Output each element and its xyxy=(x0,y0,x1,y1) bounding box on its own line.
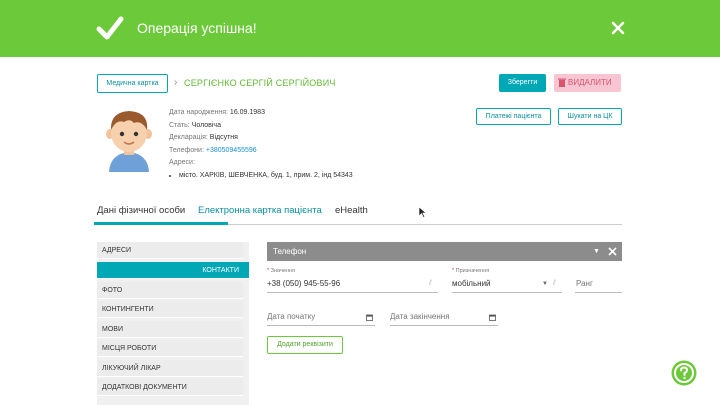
banner-message: Операція успішна! xyxy=(137,20,257,36)
phone-link[interactable]: +380509455596 xyxy=(206,147,257,154)
mouse-cursor-icon xyxy=(419,207,427,218)
sidebar-item-contingents[interactable]: КОНТИНГЕНТИ xyxy=(97,301,243,318)
value-label-text: Значення xyxy=(270,268,295,274)
phone-value-input[interactable]: +38 (050) 945-55-96 xyxy=(267,279,340,288)
chevron-right-icon: › xyxy=(174,77,178,88)
start-date-underline xyxy=(267,325,375,326)
tab-personal-data[interactable]: Дані фізичної особи xyxy=(97,205,185,216)
address-label: Адреси: xyxy=(169,159,195,166)
trash-icon xyxy=(558,78,566,87)
end-date-input[interactable]: Дата закінчення xyxy=(390,312,450,321)
phone-label: Телефони: xyxy=(169,146,204,154)
tab-electronic-card[interactable]: Електронна картка пацієнта xyxy=(198,205,322,216)
calendar-icon[interactable] xyxy=(366,314,373,321)
declaration-value: Відсутня xyxy=(209,134,238,141)
save-button[interactable]: Зберегти xyxy=(499,74,546,92)
search-cz-button[interactable]: Шукати на ЦК xyxy=(558,108,622,125)
active-tab-indicator xyxy=(94,222,228,225)
sidebar-item-doctor[interactable]: ЛІКУЮЧИЙ ЛІКАР xyxy=(97,360,243,377)
sidebar-item-workplaces[interactable]: МІСЦЯ РОБОТИ xyxy=(97,340,243,357)
caret-down-icon[interactable]: ▼ xyxy=(542,281,548,287)
purpose-select[interactable]: мобільний xyxy=(452,279,491,288)
edit-icon[interactable]: ℓ xyxy=(553,278,556,287)
value-field-label: * Значення xyxy=(267,268,295,274)
check-icon xyxy=(96,16,124,40)
sidebar-item-documents[interactable]: ДОДАТКОВІ ДОКУМЕНТИ xyxy=(97,379,243,396)
sidebar-item-photo[interactable]: ФОТО xyxy=(97,282,243,299)
edit-icon[interactable]: ℓ xyxy=(429,278,432,287)
close-icon[interactable] xyxy=(611,21,625,35)
sex-label: Стать: xyxy=(169,121,190,129)
sidebar: АДРЕСИ КОНТАКТИ ФОТО КОНТИНГЕНТИ МОВИ МІ… xyxy=(97,242,249,405)
phone-panel-header: Телефон ▼ xyxy=(267,242,622,261)
end-date-underline xyxy=(390,325,498,326)
start-date-input[interactable]: Дата початку xyxy=(267,312,315,321)
declaration-label: Декларація: xyxy=(169,134,208,141)
sidebar-item-languages[interactable]: МОВИ xyxy=(97,321,243,338)
help-icon[interactable] xyxy=(671,360,697,386)
birth-value: 16.09.1983 xyxy=(229,109,265,116)
sidebar-item-addresses[interactable]: АДРЕСИ xyxy=(97,242,243,259)
sex-value: Чоловіча xyxy=(191,121,221,129)
delete-button-label: ВИДАЛИТИ xyxy=(568,78,612,87)
add-details-button[interactable]: Додати реквізити xyxy=(267,336,343,354)
sidebar-item-contacts[interactable]: КОНТАКТИ xyxy=(97,262,249,279)
patient-payments-button[interactable]: Платежі пацієнта xyxy=(476,108,551,125)
rank-field-underline xyxy=(575,292,622,293)
caret-down-icon[interactable]: ▼ xyxy=(593,242,600,261)
patient-name: СЕРГІЄНКО СЕРГІЙ СЕРГІЙОВИЧ xyxy=(184,78,336,88)
close-icon[interactable] xyxy=(608,247,617,256)
rank-input[interactable]: Ранг xyxy=(576,279,593,288)
panel-title: Телефон xyxy=(273,247,307,256)
tab-ehealth[interactable]: eHealth xyxy=(335,205,368,216)
medical-card-button[interactable]: Медична картка xyxy=(97,74,168,93)
delete-button[interactable]: ВИДАЛИТИ xyxy=(554,74,621,92)
purpose-field-label: * Призначення xyxy=(452,268,490,274)
success-banner: Операція успішна! xyxy=(0,0,720,57)
purpose-field-underline xyxy=(452,292,562,293)
patient-avatar xyxy=(106,111,152,172)
patient-info: Дата народження: 16.09.1983 Стать: Чолов… xyxy=(169,107,353,182)
value-field-underline xyxy=(267,292,438,293)
address-item: місто. ХАРКІВ, ШЕВЧЕНКА, буд. 1, прим. 2… xyxy=(179,170,353,183)
purpose-label-text: Призначення xyxy=(455,268,490,274)
calendar-icon[interactable] xyxy=(489,314,496,321)
birth-label: Дата народження: xyxy=(169,109,228,116)
